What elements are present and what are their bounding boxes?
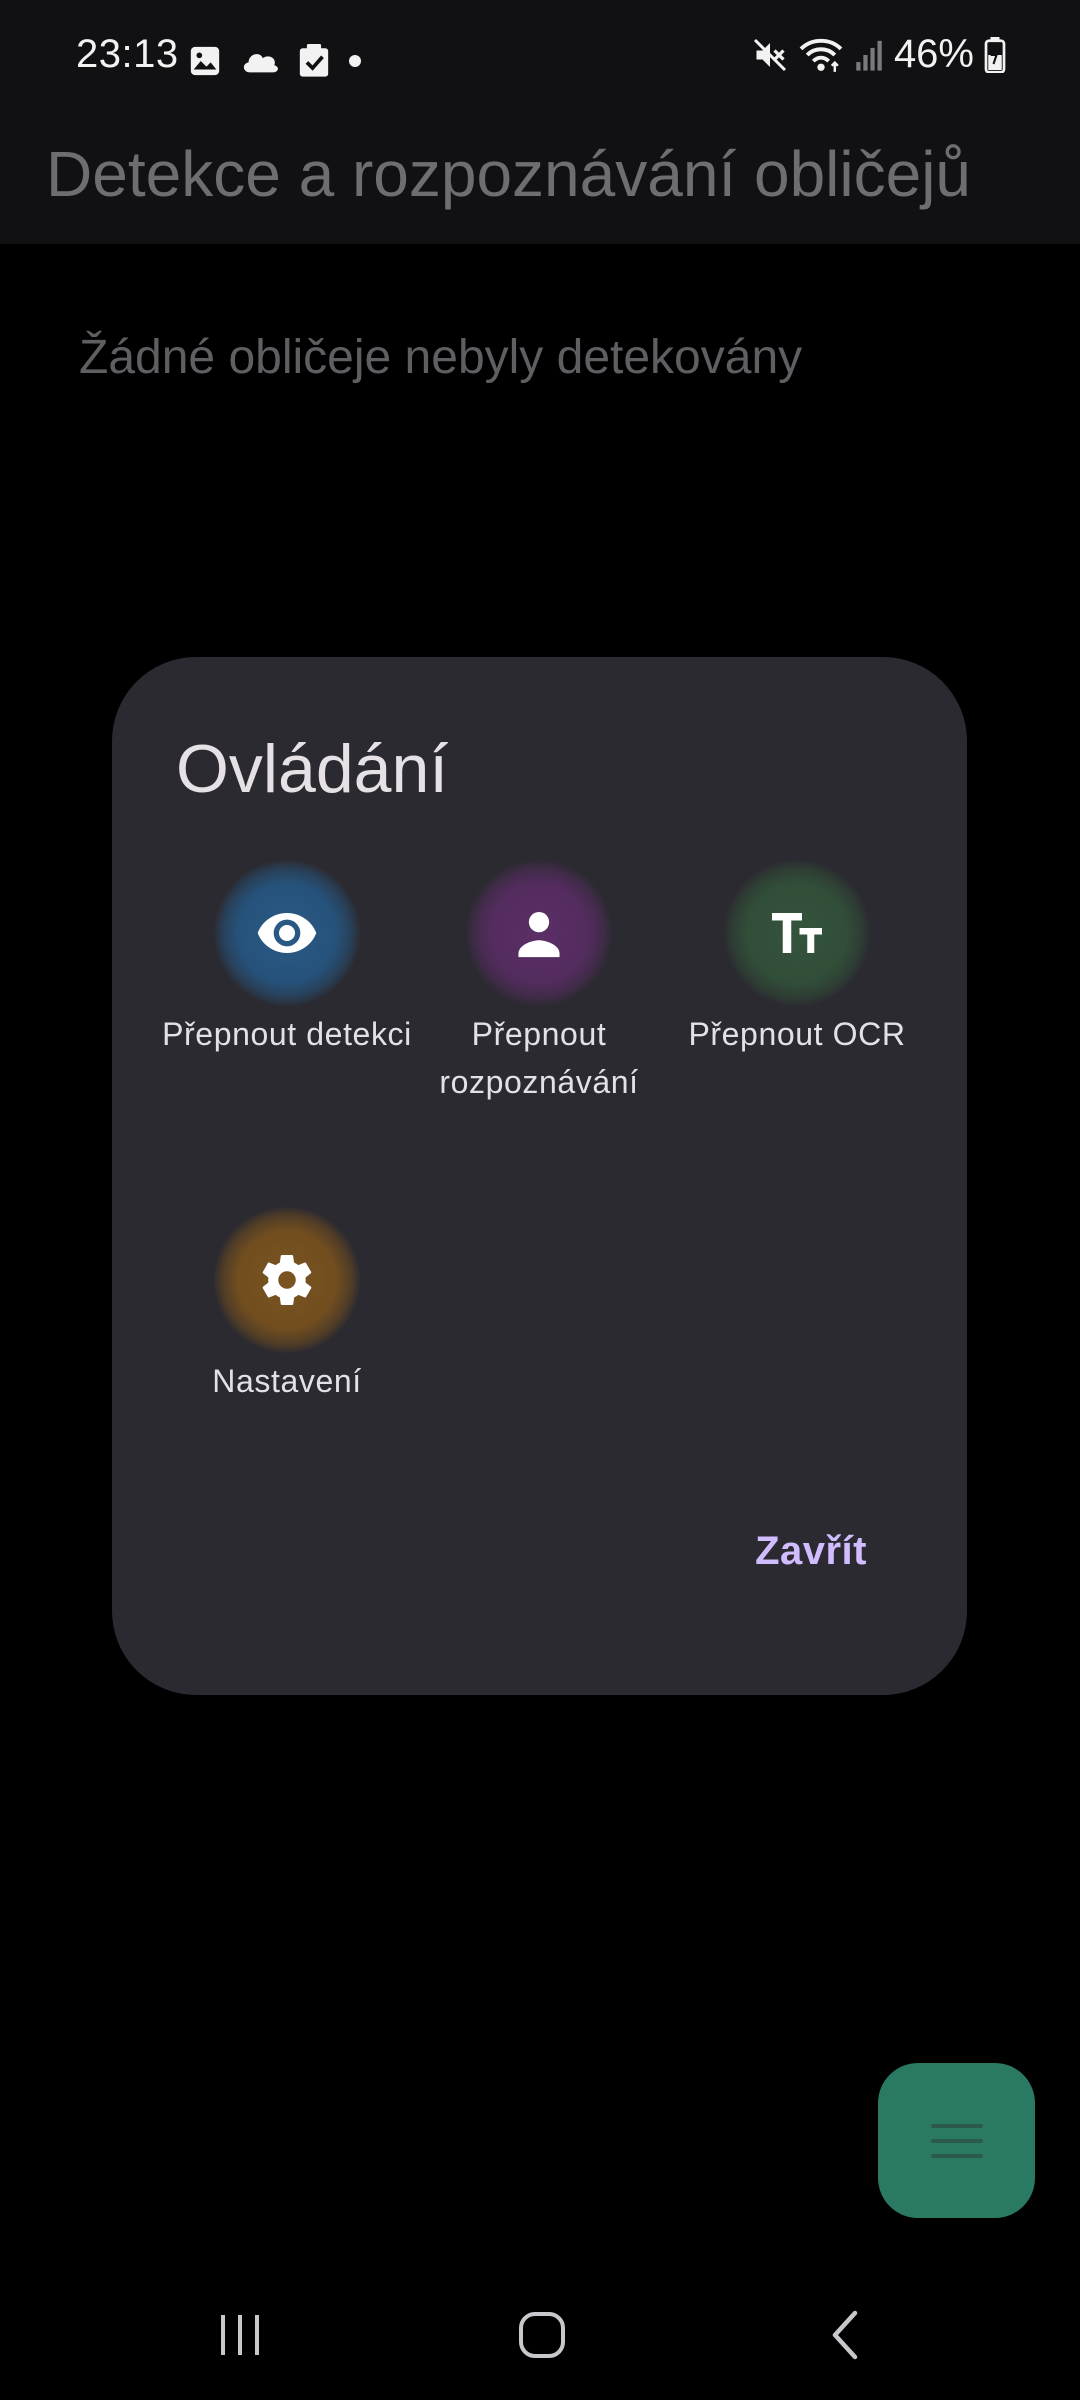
close-button[interactable]: Zavřít (755, 1529, 867, 1574)
wifi-icon (798, 36, 844, 74)
empty-state-message: Žádné obličeje nebyly detekovány (79, 331, 803, 384)
recents-icon (217, 2313, 263, 2357)
menu-fab[interactable] (878, 2063, 1035, 2218)
settings-circle (214, 1207, 360, 1353)
toggle-detection-button[interactable]: Přepnout detekci (162, 860, 412, 1058)
battery-percent: 46% (893, 32, 974, 76)
toggle-recognition-label: Přepnout rozpoznávání (439, 1016, 639, 1100)
eye-icon (255, 901, 319, 965)
cloud-icon (240, 46, 280, 76)
settings-button[interactable]: Nastavení (162, 1207, 412, 1405)
text-fields-icon (767, 903, 827, 963)
dot-icon (348, 54, 362, 68)
controls-dialog: Ovládání Přepnout detekci Přepnout rozpo… (112, 657, 967, 1695)
toggle-recognition-button[interactable]: Přepnout rozpoznávání (414, 860, 664, 1106)
gear-icon (257, 1250, 317, 1310)
toggle-ocr-button[interactable]: Přepnout OCR (667, 860, 927, 1058)
status-bar: 23:13 46% (0, 0, 1080, 120)
back-icon (827, 2309, 861, 2361)
navigation-bar (0, 2270, 1080, 2400)
toggle-recognition-circle (466, 860, 612, 1006)
status-notification-icons (188, 44, 362, 78)
gallery-icon (188, 44, 222, 78)
home-button[interactable] (462, 2270, 622, 2400)
toggle-ocr-label: Přepnout OCR (688, 1016, 906, 1052)
recents-button[interactable] (160, 2270, 320, 2400)
menu-icon (929, 2121, 985, 2161)
person-icon (510, 904, 568, 962)
battery-icon (984, 36, 1006, 73)
status-time: 23:13 (76, 32, 179, 76)
home-icon (518, 2311, 566, 2359)
checkbox-icon (298, 44, 330, 78)
mute-icon (752, 37, 788, 73)
app-bar: Detekce a rozpoznávání obličejů (0, 120, 1080, 244)
settings-label: Nastavení (212, 1363, 362, 1399)
toggle-ocr-circle (724, 860, 870, 1006)
status-system-icons: 46% (752, 32, 1006, 77)
signal-icon (854, 38, 884, 72)
back-button[interactable] (764, 2270, 924, 2400)
toggle-detection-circle (214, 860, 360, 1006)
dialog-title: Ovládání (176, 731, 449, 807)
toggle-detection-label: Přepnout detekci (162, 1016, 412, 1052)
page-title: Detekce a rozpoznávání obličejů (46, 138, 971, 210)
